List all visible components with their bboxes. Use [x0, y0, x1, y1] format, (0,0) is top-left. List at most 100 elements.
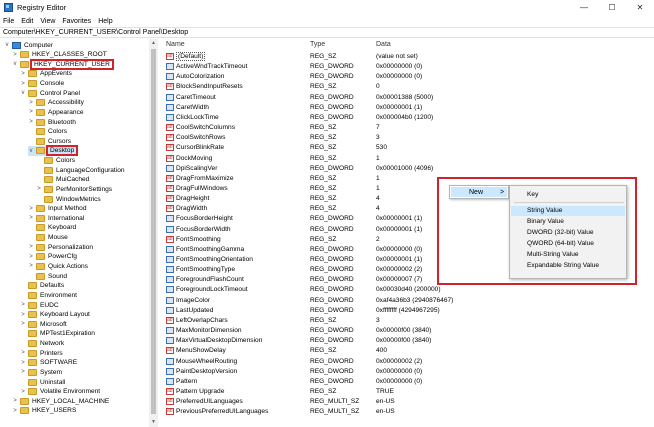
value-row[interactable]: MenuShowDelay REG_SZ 400	[162, 346, 654, 355]
tree-item[interactable]: > SOFTWARE	[20, 358, 77, 368]
tree-item[interactable]: Cursors	[28, 136, 71, 146]
tree-item[interactable]: > Accessibility	[28, 98, 84, 108]
value-row[interactable]: ActiveWndTrackTimeout REG_DWORD 0x00000000…	[162, 62, 654, 71]
tree-item[interactable]: Uninstall	[20, 377, 65, 387]
tree-item[interactable]: v HKEY_CURRENT_USER	[12, 58, 114, 70]
menu-file[interactable]: File	[3, 18, 14, 25]
value-row[interactable]: CaretTimeout REG_DWORD 0x00001388 (5000)	[162, 93, 654, 102]
value-row[interactable]: PreferredUILanguages REG_MULTI_SZ en-US	[162, 397, 654, 406]
scrollbar-thumb[interactable]	[151, 49, 156, 414]
tree-item[interactable]: > PowerCfg	[28, 252, 77, 262]
tree-item[interactable]: > Quick Actions	[28, 261, 88, 271]
chevron-down-icon[interactable]: v	[12, 61, 18, 67]
menu-favorites[interactable]: Favorites	[62, 18, 91, 25]
tree-item[interactable]: > HKEY_LOCAL_MACHINE	[12, 396, 109, 406]
value-row[interactable]: CoolSwitchColumns REG_SZ 7	[162, 123, 654, 132]
chevron-right-icon[interactable]: >	[28, 100, 34, 106]
chevron-down-icon[interactable]: v	[20, 90, 26, 96]
address-bar[interactable]: Computer\HKEY_CURRENT_USER\Control Panel…	[0, 27, 654, 38]
tree-item[interactable]: LanguageConfiguration	[36, 165, 125, 175]
value-row[interactable]: PaintDesktopVersion REG_DWORD 0x00000000 (…	[162, 367, 654, 376]
chevron-down-icon[interactable]: v	[4, 42, 10, 48]
chevron-right-icon[interactable]: >	[28, 254, 34, 260]
value-row[interactable]: BlockSendInputResets REG_SZ 0	[162, 82, 654, 91]
chevron-right-icon[interactable]: >	[36, 186, 42, 192]
context-menu-new[interactable]: New >	[451, 187, 507, 197]
tree-item[interactable]: > Appearance	[28, 107, 84, 117]
value-row[interactable]: CoolSwitchRows REG_SZ 3	[162, 133, 654, 142]
value-row[interactable]: LastUpdated REG_DWORD 0xffffffff (42949672…	[162, 306, 654, 315]
chevron-right-icon[interactable]: >	[28, 119, 34, 125]
tree-item[interactable]: > Keyboard Layout	[20, 310, 90, 320]
value-row[interactable]: CursorBlinkRate REG_SZ 530	[162, 143, 654, 152]
value-row[interactable]: DpiScalingVer REG_DWORD 0x00001000 (4096)	[162, 164, 654, 173]
value-row[interactable]: DockMoving REG_SZ 1	[162, 154, 654, 163]
submenu-item[interactable]: Multi-String Value	[511, 250, 625, 260]
tree-item[interactable]: > Personalization	[28, 242, 93, 252]
value-row[interactable]: Pattern Upgrade REG_SZ TRUE	[162, 387, 654, 396]
value-row[interactable]: MouseWheelRouting REG_DWORD 0x00000002 (2)	[162, 357, 654, 366]
scroll-up-icon[interactable]: ▲	[149, 39, 158, 48]
chevron-right-icon[interactable]: >	[20, 81, 26, 87]
tree-item[interactable]: Mouse	[28, 233, 68, 243]
tree-item[interactable]: > AppEvents	[20, 69, 72, 79]
value-row[interactable]: AutoColorization REG_DWORD 0x00000000 (0)	[162, 72, 654, 81]
tree-item[interactable]: > Microsoft	[20, 319, 67, 329]
chevron-right-icon[interactable]: >	[12, 398, 18, 404]
chevron-right-icon[interactable]: >	[28, 244, 34, 250]
tree-item[interactable]: > HKEY_USERS	[12, 406, 76, 416]
tree-item[interactable]: > Input Method	[28, 204, 87, 214]
submenu-item[interactable]: String Value	[511, 206, 625, 216]
tree-item[interactable]: > Console	[20, 79, 64, 89]
chevron-right-icon[interactable]: >	[20, 350, 26, 356]
tree-item[interactable]: > Printers	[20, 348, 63, 358]
tree-item[interactable]: > HKEY_CLASSES_ROOT	[12, 50, 107, 60]
tree-item[interactable]: v Desktop	[28, 145, 79, 157]
chevron-right-icon[interactable]: >	[20, 369, 26, 375]
tree-item[interactable]: Sound	[28, 271, 67, 281]
tree-item[interactable]: v Control Panel	[20, 88, 80, 98]
chevron-right-icon[interactable]: >	[20, 389, 26, 395]
maximize-button[interactable]: ☐	[598, 0, 626, 15]
menu-edit[interactable]: Edit	[21, 18, 33, 25]
menu-help[interactable]: Help	[98, 18, 112, 25]
chevron-right-icon[interactable]: >	[28, 263, 34, 269]
chevron-down-icon[interactable]: v	[28, 148, 34, 154]
tree-item[interactable]: > International	[28, 213, 84, 223]
tree-item[interactable]: Colors	[36, 156, 75, 166]
chevron-right-icon[interactable]: >	[20, 360, 26, 366]
value-row[interactable]: MaxMonitorDimension REG_DWORD 0x00000f00 (…	[162, 326, 654, 335]
submenu-item[interactable]: Expandable String Value	[511, 261, 625, 271]
value-row[interactable]: ForegroundLockTimeout REG_DWORD 0x00030d40…	[162, 285, 654, 294]
menu-view[interactable]: View	[40, 18, 55, 25]
value-row[interactable]: MaxVirtualDesktopDimension REG_DWORD 0x000…	[162, 336, 654, 345]
chevron-right-icon[interactable]: >	[12, 52, 18, 58]
value-row[interactable]: Pattern REG_DWORD 0x00000000 (0)	[162, 377, 654, 386]
submenu-item[interactable]: Key	[511, 190, 625, 200]
close-button[interactable]: ✕	[626, 0, 654, 15]
column-header-type[interactable]: Type	[310, 41, 325, 48]
tree-item[interactable]: MPTest1Expiration	[20, 329, 95, 339]
column-header-data[interactable]: Data	[376, 41, 391, 48]
chevron-right-icon[interactable]: >	[20, 302, 26, 308]
submenu-item[interactable]: Binary Value	[511, 217, 625, 227]
chevron-right-icon[interactable]: >	[28, 215, 34, 221]
value-row[interactable]: CaretWidth REG_DWORD 0x00000001 (1)	[162, 103, 654, 112]
tree-item[interactable]: Keyboard	[28, 223, 76, 233]
tree-item[interactable]: Environment	[20, 290, 77, 300]
chevron-right-icon[interactable]: >	[28, 109, 34, 115]
chevron-right-icon[interactable]: >	[12, 408, 18, 414]
submenu-item[interactable]: DWORD (32-bit) Value	[511, 228, 625, 238]
tree-item[interactable]: Colors	[28, 127, 67, 137]
value-row[interactable]: LeftOverlapChars REG_SZ 3	[162, 316, 654, 325]
tree-item[interactable]: > Volatile Environment	[20, 387, 100, 397]
tree-item[interactable]: > Bluetooth	[28, 117, 76, 127]
tree-item[interactable]: v Computer	[4, 40, 53, 50]
tree-item[interactable]: MuiCached	[36, 175, 89, 185]
scroll-down-icon[interactable]: ▼	[149, 418, 158, 427]
tree-item[interactable]: Defaults	[20, 281, 64, 291]
chevron-right-icon[interactable]: >	[20, 71, 26, 77]
value-row[interactable]: (Default) REG_SZ (value not set)	[162, 52, 654, 61]
tree-item[interactable]: > PerMonitorSettings	[36, 184, 112, 194]
minimize-button[interactable]: —	[570, 0, 598, 15]
